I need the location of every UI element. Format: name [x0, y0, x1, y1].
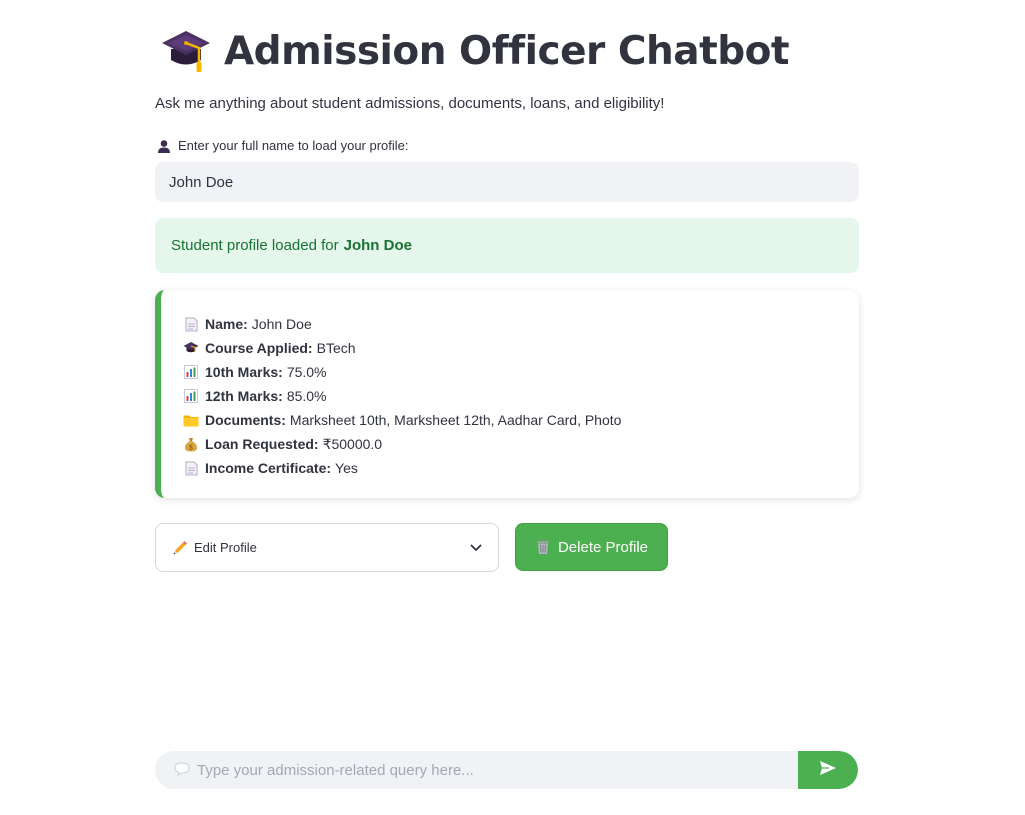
profile-card: Name: John Doe Course Applied: BTech 10t…	[155, 290, 859, 498]
profile-field-value: John Doe	[251, 316, 312, 332]
wastebasket-icon	[535, 539, 551, 555]
profile-field-value: 85.0%	[286, 388, 327, 404]
user-silhouette-icon	[157, 139, 171, 153]
page-icon	[183, 460, 199, 476]
profile-field-label: Income Certificate:	[205, 460, 332, 476]
pencil-icon	[172, 540, 188, 556]
profile-field-label: Loan Requested:	[205, 436, 319, 452]
profile-row-name: Name: John Doe	[183, 312, 859, 336]
chat-query-input[interactable]	[155, 751, 798, 789]
page-icon	[183, 316, 199, 332]
edit-profile-label: Edit Profile	[194, 540, 257, 555]
alert-text: Student profile loaded for	[171, 237, 339, 254]
money-bag-icon: $	[183, 436, 199, 452]
title-text: Admission Officer Chatbot	[224, 28, 790, 74]
bar-chart-icon	[183, 364, 199, 380]
name-input-label-text: Enter your full name to load your profil…	[178, 138, 409, 153]
send-button[interactable]	[798, 751, 858, 789]
profile-field-label: Name:	[205, 316, 248, 332]
profile-row-loan: $ Loan Requested: ₹50000.0	[183, 432, 859, 456]
profile-loaded-alert: Student profile loaded for John Doe	[155, 218, 859, 273]
profile-row-documents: Documents: Marksheet 10th, Marksheet 12t…	[183, 408, 859, 432]
profile-field-label: 10th Marks:	[205, 364, 283, 380]
subtitle: Ask me anything about student admissions…	[155, 95, 665, 112]
profile-field-label: 12th Marks:	[205, 388, 283, 404]
delete-profile-button[interactable]: Delete Profile	[515, 523, 668, 571]
edit-profile-expander[interactable]: Edit Profile	[155, 523, 499, 572]
profile-field-value: 75.0%	[286, 364, 327, 380]
delete-profile-label: Delete Profile	[557, 538, 649, 556]
page-title: Admission Officer Chatbot	[161, 26, 790, 76]
profile-field-value: BTech	[316, 340, 356, 356]
name-input-label: Enter your full name to load your profil…	[157, 138, 409, 153]
chat-input-bar	[155, 751, 858, 789]
app-page: Admission Officer Chatbot Ask me anythin…	[0, 0, 1025, 815]
profile-field-value: Marksheet 10th, Marksheet 12th, Aadhar C…	[289, 412, 622, 428]
chevron-down-icon	[470, 544, 482, 552]
graduation-cap-icon	[161, 27, 211, 75]
folder-icon	[183, 412, 199, 428]
profile-row-10th-marks: 10th Marks: 75.0%	[183, 360, 859, 384]
full-name-input[interactable]	[155, 162, 859, 202]
profile-row-12th-marks: 12th Marks: 85.0%	[183, 384, 859, 408]
svg-text:$: $	[189, 443, 193, 451]
graduation-cap-icon	[183, 340, 199, 356]
profile-row-course: Course Applied: BTech	[183, 336, 859, 360]
send-icon	[819, 760, 837, 781]
profile-field-value: ₹50000.0	[322, 435, 383, 452]
profile-field-label: Documents:	[205, 412, 286, 428]
profile-field-value: Yes	[335, 460, 358, 476]
profile-field-label: Course Applied:	[205, 340, 313, 356]
bar-chart-icon	[183, 388, 199, 404]
profile-row-income-certificate: Income Certificate: Yes	[183, 456, 859, 480]
alert-student-name: John Doe	[343, 237, 412, 254]
